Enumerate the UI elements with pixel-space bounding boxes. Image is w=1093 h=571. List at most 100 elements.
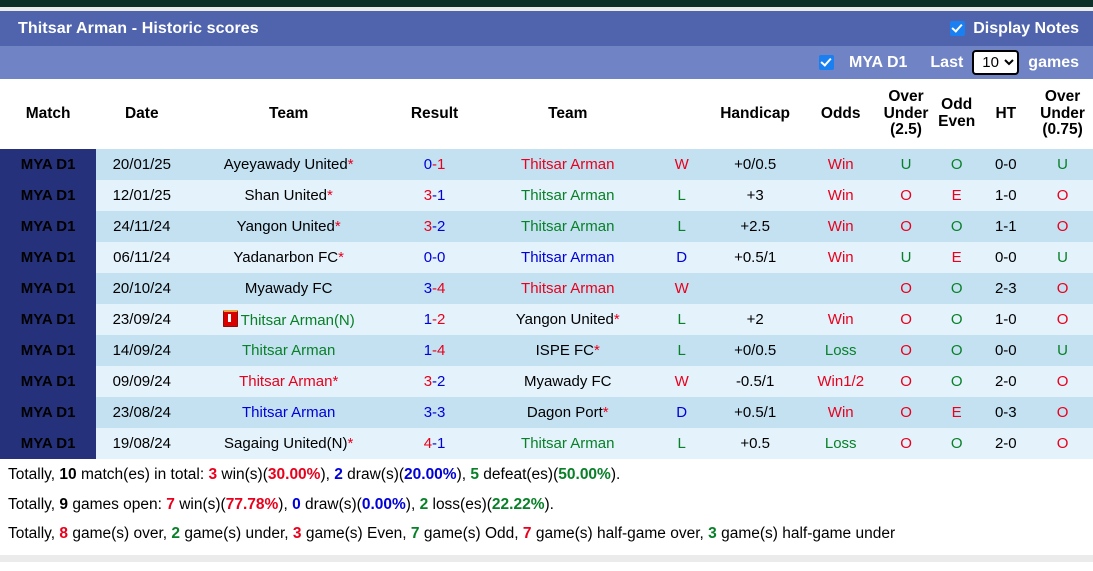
table-row[interactable]: MYA D1 23/09/24 Thitsar Arman(N) 1-2 Yangon … [0,304,1093,335]
team-name: Yangon United [515,311,614,328]
team-home[interactable]: Yadanarbon FC* [187,242,390,273]
team-away[interactable]: ISPE FC* [479,335,657,366]
team-home[interactable]: Thitsar Arman [187,397,390,428]
ou075-letter: U [1057,156,1068,173]
odds-label: Win [827,218,854,235]
league-filter-checkbox[interactable] [819,55,834,70]
team-away[interactable]: Thitsar Arman [479,211,657,242]
match-date: 20/10/24 [96,273,188,304]
handicap-value: +2 [707,304,804,335]
league-badge[interactable]: MYA D1 [0,335,97,366]
team-away[interactable]: Dagon Port* [479,397,657,428]
league-badge[interactable]: MYA D1 [0,149,97,180]
col-header-result[interactable]: Result [389,79,480,149]
match-score[interactable]: 1-2 [389,304,480,335]
table-row[interactable]: MYA D1 20/10/24 Myawady FC 3-4 Thitsar Arman… [0,273,1093,304]
odd-even-letter: O [950,342,963,359]
ou075-letter: O [1056,280,1069,297]
match-outcome: W [656,366,708,397]
outcome-letter: L [677,342,686,359]
match-score[interactable]: 1-4 [389,335,480,366]
col-header-odds[interactable]: Odds [803,79,879,149]
table-row[interactable]: MYA D1 20/01/25 Ayeyawady United* 0-1 Thitsa… [0,149,1093,180]
team-away[interactable]: Thitsar Arman [479,428,657,459]
summary-footer: Totally, 10 match(es) in total: 3 win(s)… [0,459,1093,544]
over-under-25: O [878,428,934,459]
odds-result: Win [803,211,879,242]
col-header-over-under-25[interactable]: Over Under (2.5) [878,79,934,149]
league-badge[interactable]: MYA D1 [0,366,97,397]
outcome-letter: L [677,435,686,452]
over-under-075: U [1032,242,1093,273]
handicap-value: +0.5 [707,428,804,459]
match-score[interactable]: 4-1 [389,428,480,459]
ou075-letter: O [1056,435,1069,452]
team-home[interactable]: Myawady FC [187,273,390,304]
col-header-team-home[interactable]: Team [187,79,390,149]
team-away[interactable]: Thitsar Arman [479,273,657,304]
col-header-match[interactable]: Match [0,79,97,149]
col-header-team-away[interactable]: Team [479,79,657,149]
match-outcome: W [656,273,708,304]
team-name: Thitsar Arman [241,342,336,359]
team-away[interactable]: Thitsar Arman [479,180,657,211]
table-row[interactable]: MYA D1 06/11/24 Yadanarbon FC* 0-0 Thitsar A… [0,242,1093,273]
match-score[interactable]: 0-1 [389,149,480,180]
match-date: 23/08/24 [96,397,188,428]
table-row[interactable]: MYA D1 09/09/24 Thitsar Arman* 3-2 Myawady F… [0,366,1093,397]
league-badge[interactable]: MYA D1 [0,428,97,459]
handicap-value: +0/0.5 [707,335,804,366]
col-header-over-under-075[interactable]: Over Under (0.75) [1032,79,1093,149]
home-marker-asterisk: * [613,311,620,328]
ou075-line2: Under [1040,104,1085,122]
over-under-075: O [1032,211,1093,242]
table-row[interactable]: MYA D1 23/08/24 Thitsar Arman 3-3 Dagon Port… [0,397,1093,428]
team-home[interactable]: Shan United* [187,180,390,211]
team-home[interactable]: Thitsar Arman* [187,366,390,397]
league-badge[interactable]: MYA D1 [0,273,97,304]
half-time-score: 0-3 [979,397,1033,428]
score-home: 3 [423,280,433,297]
table-row[interactable]: MYA D1 24/11/24 Yangon United* 3-2 Thitsar A… [0,211,1093,242]
league-filter-label: MYA D1 [849,53,908,71]
home-marker-asterisk: * [327,187,333,204]
col-header-handicap[interactable]: Handicap [707,79,804,149]
team-home[interactable]: Ayeyawady United* [187,149,390,180]
col-header-ht[interactable]: HT [979,79,1033,149]
table-row[interactable]: MYA D1 14/09/24 Thitsar Arman 1-4 ISPE FC* L +… [0,335,1093,366]
team-home[interactable]: Thitsar Arman [187,335,390,366]
league-badge[interactable]: MYA D1 [0,242,97,273]
match-score[interactable]: 0-0 [389,242,480,273]
team-home[interactable]: Thitsar Arman(N) [187,304,390,335]
open-games-total: 9 [59,495,69,513]
match-score[interactable]: 3-2 [389,366,480,397]
col-header-odd-even[interactable]: Odd Even [933,79,980,149]
team-away[interactable]: Myawady FC [479,366,657,397]
table-row[interactable]: MYA D1 19/08/24 Sagaing United(N)* 4-1 Thits… [0,428,1093,459]
match-date: 14/09/24 [96,335,188,366]
match-score[interactable]: 3-3 [389,397,480,428]
team-away[interactable]: Yangon United* [479,304,657,335]
games-count-select[interactable]: 5102030 [972,50,1020,75]
league-badge[interactable]: MYA D1 [0,211,97,242]
display-notes-checkbox[interactable] [950,21,966,36]
league-badge[interactable]: MYA D1 [0,397,97,428]
team-away[interactable]: Thitsar Arman [479,242,657,273]
team-home[interactable]: Sagaing United(N)* [187,428,390,459]
col-header-date[interactable]: Date [96,79,188,149]
ou25-letter: U [900,249,912,266]
team-home[interactable]: Yangon United* [187,211,390,242]
odd-even-letter: O [950,156,963,173]
team-name: Yadanarbon FC [233,249,339,266]
match-score[interactable]: 3-2 [389,211,480,242]
team-name: Ayeyawady United [223,156,348,173]
team-away[interactable]: Thitsar Arman [479,149,657,180]
score-home: 1 [423,342,433,359]
table-row[interactable]: MYA D1 12/01/25 Shan United* 3-1 Thitsar Arm… [0,180,1093,211]
league-badge[interactable]: MYA D1 [0,304,97,335]
over-under-075: O [1032,304,1093,335]
league-badge[interactable]: MYA D1 [0,180,97,211]
match-score[interactable]: 3-4 [389,273,480,304]
match-score[interactable]: 3-1 [389,180,480,211]
over-under-075: O [1032,366,1093,397]
